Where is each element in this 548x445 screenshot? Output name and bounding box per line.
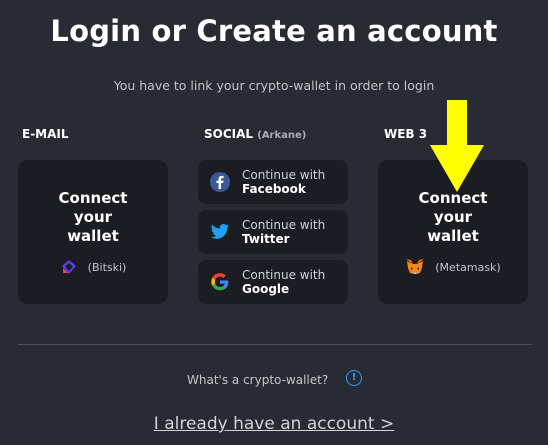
facebook-button-line2: Facebook xyxy=(242,182,306,196)
already-have-account-link[interactable]: I already have an account > xyxy=(0,414,548,434)
social-label-text: SOCIAL xyxy=(204,127,254,141)
footer-divider xyxy=(18,344,532,345)
info-icon[interactable]: ! xyxy=(346,370,362,386)
twitter-button-line2: Twitter xyxy=(242,232,290,246)
social-column-label: SOCIAL (Arkane) xyxy=(204,127,306,141)
facebook-button-line1: Continue with xyxy=(242,168,326,182)
yellow-arrow-icon xyxy=(430,100,484,192)
twitter-icon xyxy=(210,224,230,239)
web3-card-title: Connect your wallet xyxy=(418,189,488,245)
email-card-title: Connect your wallet xyxy=(58,189,128,245)
google-button-line2: Google xyxy=(242,282,290,296)
bitski-icon xyxy=(61,260,76,274)
metamask-icon xyxy=(406,259,425,274)
twitter-button-text: Continue with Twitter xyxy=(242,218,325,246)
continue-with-google-button[interactable]: Continue with Google xyxy=(198,260,348,304)
web3-column-label: WEB 3 xyxy=(384,127,428,141)
google-icon xyxy=(211,273,229,291)
twitter-button-line1: Continue with xyxy=(242,218,326,232)
facebook-button-text: Continue with Facebook xyxy=(242,168,325,196)
web3-provider: (Metamask) xyxy=(378,258,528,276)
web3-provider-name: (Metamask) xyxy=(435,260,501,274)
social-label-sub: (Arkane) xyxy=(257,130,307,141)
page-title: Login or Create an account xyxy=(50,14,498,48)
google-button-text: Continue with Google xyxy=(242,268,325,296)
email-provider-name: (Bitski) xyxy=(87,260,127,274)
whats-crypto-wallet-text: What's a crypto-wallet? xyxy=(187,373,329,387)
continue-with-twitter-button[interactable]: Continue with Twitter xyxy=(198,210,348,254)
continue-with-facebook-button[interactable]: Continue with Facebook xyxy=(198,160,348,204)
page-subtitle: You have to link your crypto-wallet in o… xyxy=(113,78,435,93)
email-connect-wallet-card[interactable]: Connect your wallet (Bitski) xyxy=(18,160,168,304)
facebook-icon xyxy=(210,172,230,192)
email-column-label: E-MAIL xyxy=(22,127,69,141)
google-button-line1: Continue with xyxy=(242,268,326,282)
email-provider: (Bitski) xyxy=(18,258,168,276)
